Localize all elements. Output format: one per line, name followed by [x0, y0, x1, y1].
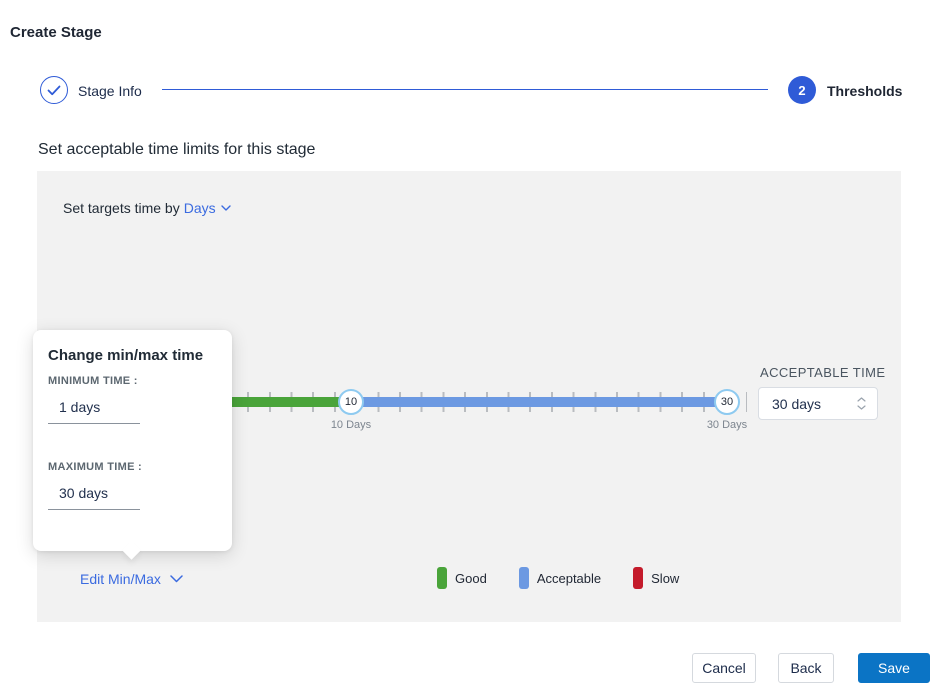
- acceptable-time-input[interactable]: 30 days: [758, 387, 878, 420]
- minimum-time-label: MINIMUM TIME :: [48, 375, 138, 387]
- edit-minmax-link[interactable]: Edit Min/Max: [80, 571, 183, 587]
- acceptable-time-stepper[interactable]: [857, 397, 877, 410]
- section-heading: Set acceptable time limits for this stag…: [38, 141, 315, 159]
- slider-max-handle-value: 30: [721, 396, 733, 408]
- page-title: Create Stage: [10, 24, 102, 41]
- cancel-button[interactable]: Cancel: [692, 653, 756, 683]
- edit-minmax-label: Edit Min/Max: [80, 571, 161, 587]
- legend: Good Acceptable Slow: [437, 567, 711, 589]
- acceptable-time-label: ACCEPTABLE TIME: [760, 365, 885, 380]
- legend-label-slow: Slow: [651, 571, 679, 586]
- spinner-up-icon[interactable]: [857, 397, 866, 402]
- targets-unit-value: Days: [184, 200, 216, 216]
- acceptable-swatch: [519, 567, 529, 589]
- maximum-time-label: MAXIMUM TIME :: [48, 461, 142, 473]
- popup-title: Change min/max time: [48, 347, 203, 364]
- slider-min-handle[interactable]: 10: [338, 389, 364, 415]
- step-2-label: Thresholds: [827, 83, 902, 99]
- slider-segment-acceptable: [351, 397, 727, 407]
- slider-min-handle-value: 10: [345, 396, 357, 408]
- chevron-down-icon: [170, 575, 183, 583]
- legend-label-good: Good: [455, 571, 487, 586]
- legend-label-acceptable: Acceptable: [537, 571, 601, 586]
- create-stage-screen: Create Stage Stage Info 2 Thresholds Set…: [0, 0, 945, 697]
- good-swatch: [437, 567, 447, 589]
- save-button[interactable]: Save: [858, 653, 930, 683]
- maximum-time-field[interactable]: [48, 483, 140, 510]
- slider-min-handle-label: 10 Days: [311, 419, 391, 431]
- chevron-down-icon: [221, 205, 231, 211]
- back-button[interactable]: Back: [778, 653, 834, 683]
- spinner-down-icon[interactable]: [857, 405, 866, 410]
- step-1-indicator[interactable]: [40, 76, 68, 104]
- legend-item-acceptable: Acceptable: [519, 567, 601, 589]
- minimum-time-field[interactable]: [48, 397, 140, 424]
- set-targets-row: Set targets time by Days: [63, 200, 231, 216]
- check-icon: [47, 85, 61, 96]
- step-1-label: Stage Info: [78, 83, 142, 99]
- step-2-indicator[interactable]: 2: [788, 76, 816, 104]
- targets-unit-dropdown[interactable]: Days: [184, 200, 231, 216]
- legend-item-slow: Slow: [633, 567, 679, 589]
- slider-max-handle-label: 30 Days: [687, 419, 767, 431]
- legend-item-good: Good: [437, 567, 487, 589]
- set-targets-label: Set targets time by: [63, 200, 180, 216]
- slow-swatch: [633, 567, 643, 589]
- acceptable-time-value: 30 days: [759, 396, 857, 412]
- slider-max-handle[interactable]: 30: [714, 389, 740, 415]
- change-minmax-popup: Change min/max time MINIMUM TIME : MAXIM…: [33, 330, 232, 551]
- stepper-connector-line: [162, 89, 768, 90]
- step-2-number: 2: [798, 83, 805, 98]
